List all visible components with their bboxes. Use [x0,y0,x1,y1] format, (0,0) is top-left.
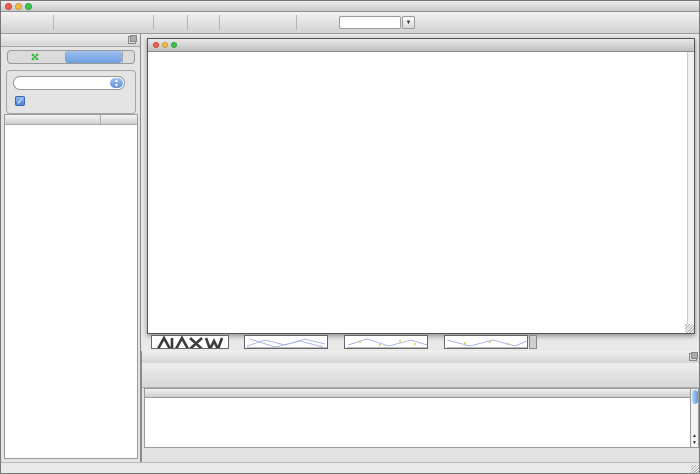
background-window-strip[interactable] [344,335,428,349]
data-panel: ▲ ▼ [141,351,700,462]
minimize-button[interactable] [15,3,22,10]
mosaic-tree [4,114,138,459]
control-panel: ▲▼ ✓ [1,34,141,462]
network-tab-icon [31,53,39,61]
background-window-strip[interactable] [444,335,528,349]
mdi-desktop [141,34,700,351]
background-window-strip[interactable] [529,335,537,349]
inner-zoom-button[interactable] [171,42,177,48]
network-canvas-drawing[interactable] [148,52,687,333]
toolbar-separator [296,15,297,30]
cytoscape-main-window: ▼ ▲▼ [0,0,700,474]
close-button[interactable] [5,3,12,10]
node-color-attribute-select[interactable]: ▲▼ [13,76,125,90]
toolbar-separator [53,15,54,30]
control-panel-tabs [7,50,135,64]
background-window-strip[interactable] [151,335,229,349]
search-dropdown-button[interactable]: ▼ [402,16,415,29]
status-bar [1,462,700,474]
float-panel-icon[interactable] [128,36,136,44]
tab-overflow-button[interactable] [122,51,134,63]
control-panel-title [1,34,140,47]
scroll-up-icon[interactable]: ▲ [691,433,698,439]
tree-header-network [5,115,101,124]
data-panel-toolbar [142,363,700,388]
float-panel-icon[interactable] [689,353,697,361]
tab-mosaic[interactable] [65,51,123,63]
select-nodes-row: ✓ [15,96,29,106]
main-toolbar: ▼ [1,12,700,34]
scroll-down-icon[interactable]: ▼ [691,440,698,446]
attribute-browser-tabs [142,449,700,462]
table-scrollbar-thumb[interactable] [692,390,698,404]
network-view-window[interactable] [147,38,695,334]
attribute-table [144,388,692,448]
background-window-strip[interactable] [244,335,328,349]
tree-header-nodes [101,115,137,124]
network-preview [245,336,328,349]
overview-glyphs [152,336,229,349]
tab-network[interactable] [8,51,65,63]
network-preview [345,336,428,349]
inner-window-resize-grip[interactable] [685,324,694,333]
network-canvas[interactable] [148,52,694,333]
canvas-vertical-scrollbar[interactable] [687,52,694,333]
toolbar-separator [187,15,188,30]
toolbar-separator [153,15,154,30]
inner-minimize-button[interactable] [162,42,168,48]
network-view-title-bar[interactable] [148,39,694,52]
app-resize-grip[interactable] [691,465,700,474]
attribute-table-header [145,389,691,398]
zoom-window-button[interactable] [25,3,32,10]
combo-stepper-icon: ▲▼ [110,78,123,88]
title-bar[interactable] [1,1,700,12]
network-preview [445,336,528,349]
select-nodes-checkbox[interactable]: ✓ [15,96,25,106]
table-scrollbar[interactable]: ▲ ▼ [690,388,699,448]
tree-header [5,115,137,125]
toolbar-separator [219,15,220,30]
search-input[interactable] [339,16,401,29]
inner-close-button[interactable] [153,42,159,48]
